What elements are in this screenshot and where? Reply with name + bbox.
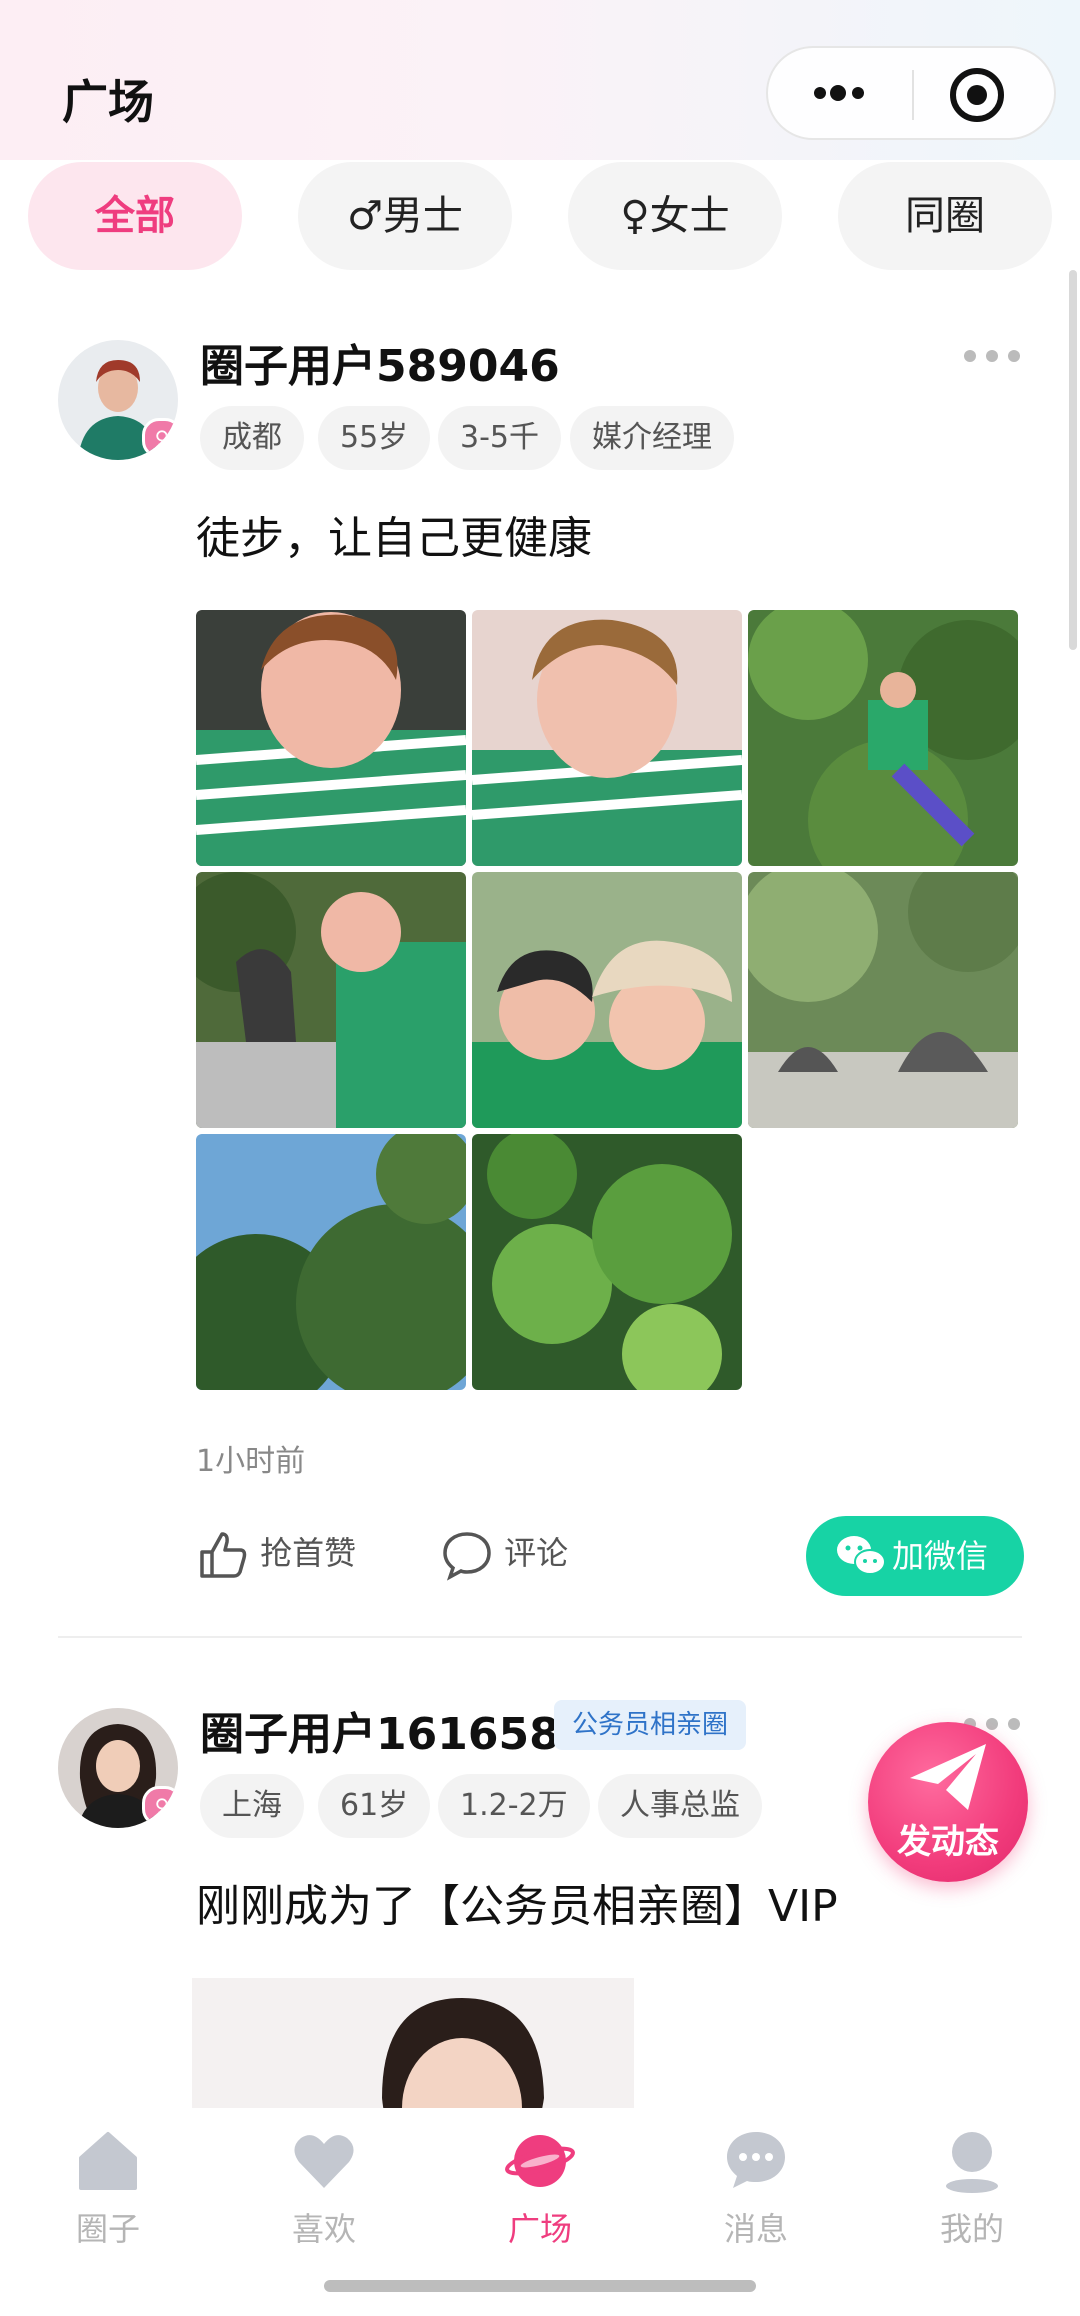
fab-label: 发动态 [897, 1822, 999, 1862]
username[interactable]: 圈子用户589046 [200, 330, 560, 394]
tab-female[interactable]: ♀女士 [568, 162, 782, 270]
planet-icon [505, 2135, 575, 2187]
post-more-icon[interactable] [962, 346, 1022, 366]
post-text: 刚刚成为了【公务员相亲圈】VIP [196, 1881, 838, 1932]
post-photo[interactable] [196, 872, 466, 1128]
nav-item-plaza[interactable]: 广场 [460, 2128, 620, 2250]
paper-plane-icon [910, 1744, 986, 1810]
post-update-button[interactable]: 发动态 [868, 1722, 1028, 1882]
female-badge-icon: ♀ [142, 1786, 178, 1826]
post-photo[interactable] [472, 872, 742, 1128]
home-indicator [324, 2280, 756, 2292]
post-photo[interactable] [196, 1134, 466, 1390]
tag-income: 3-5千 [438, 406, 561, 470]
tab-same-circle[interactable]: 同圈 [838, 162, 1052, 270]
like-button[interactable]: 抢首赞 [196, 1528, 356, 1582]
post-text: 徒步，让自己更健康 [196, 513, 592, 564]
post-photo[interactable] [748, 872, 1018, 1128]
wechat-icon [837, 1536, 886, 1575]
page-title: 广场 [62, 75, 154, 129]
add-wechat-button[interactable]: 加微信 [806, 1516, 1024, 1596]
comment-bubble-icon [443, 1532, 491, 1581]
tag-job: 人事总监 [598, 1774, 762, 1838]
post-photo[interactable] [748, 610, 1018, 866]
tag-age: 55岁 [318, 406, 431, 470]
nav-label: 我的 [939, 2210, 1004, 2248]
avatar[interactable]: ♀ [58, 340, 178, 460]
tag-job: 媒介经理 [570, 406, 734, 470]
nav-label: 喜欢 [291, 2210, 356, 2248]
circle-badge[interactable]: 公务员相亲圈 [554, 1700, 747, 1750]
nav-label: 广场 [507, 2210, 572, 2248]
tag-income: 1.2-2万 [438, 1774, 590, 1838]
capsule-divider [912, 70, 914, 120]
nav-item-messages[interactable]: 消息 [676, 2128, 836, 2250]
heart-icon [294, 2135, 354, 2188]
username[interactable]: 圈子用户161658 [200, 1698, 560, 1762]
tab-male[interactable]: ♂男士 [298, 162, 512, 270]
miniprogram-capsule [766, 46, 1056, 140]
person-icon [946, 2132, 998, 2193]
chat-bubble-icon [727, 2132, 785, 2188]
tag-age: 61岁 [318, 1774, 431, 1838]
nav-label: 消息 [723, 2210, 788, 2248]
comment-label: 评论 [504, 1534, 569, 1572]
home-icon [79, 2132, 137, 2190]
scrollbar[interactable] [1069, 270, 1077, 650]
female-badge-icon: ♀ [142, 418, 178, 458]
nav-item-like[interactable]: 喜欢 [244, 2128, 404, 2250]
nav-label: 圈子 [75, 2210, 140, 2248]
post-time: 1小时前 [196, 1444, 306, 1479]
post-photo[interactable] [472, 1134, 742, 1390]
wechat-label: 加微信 [892, 1537, 989, 1575]
more-icon[interactable] [810, 68, 870, 118]
tab-all[interactable]: 全部 [28, 162, 242, 270]
tag-city: 上海 [200, 1774, 304, 1838]
tag-city: 成都 [200, 406, 304, 470]
avatar[interactable]: ♀ [58, 1708, 178, 1828]
post-photo[interactable] [196, 610, 466, 866]
nav-item-mine[interactable]: 我的 [892, 2128, 1052, 2250]
like-label: 抢首赞 [260, 1534, 357, 1572]
post-divider [58, 1636, 1022, 1638]
close-target-icon[interactable] [948, 66, 1006, 124]
comment-button[interactable]: 评论 [440, 1528, 568, 1582]
post-photo[interactable] [472, 610, 742, 866]
thumbs-up-icon [200, 1532, 247, 1578]
nav-item-circle[interactable]: 圈子 [28, 2128, 188, 2250]
